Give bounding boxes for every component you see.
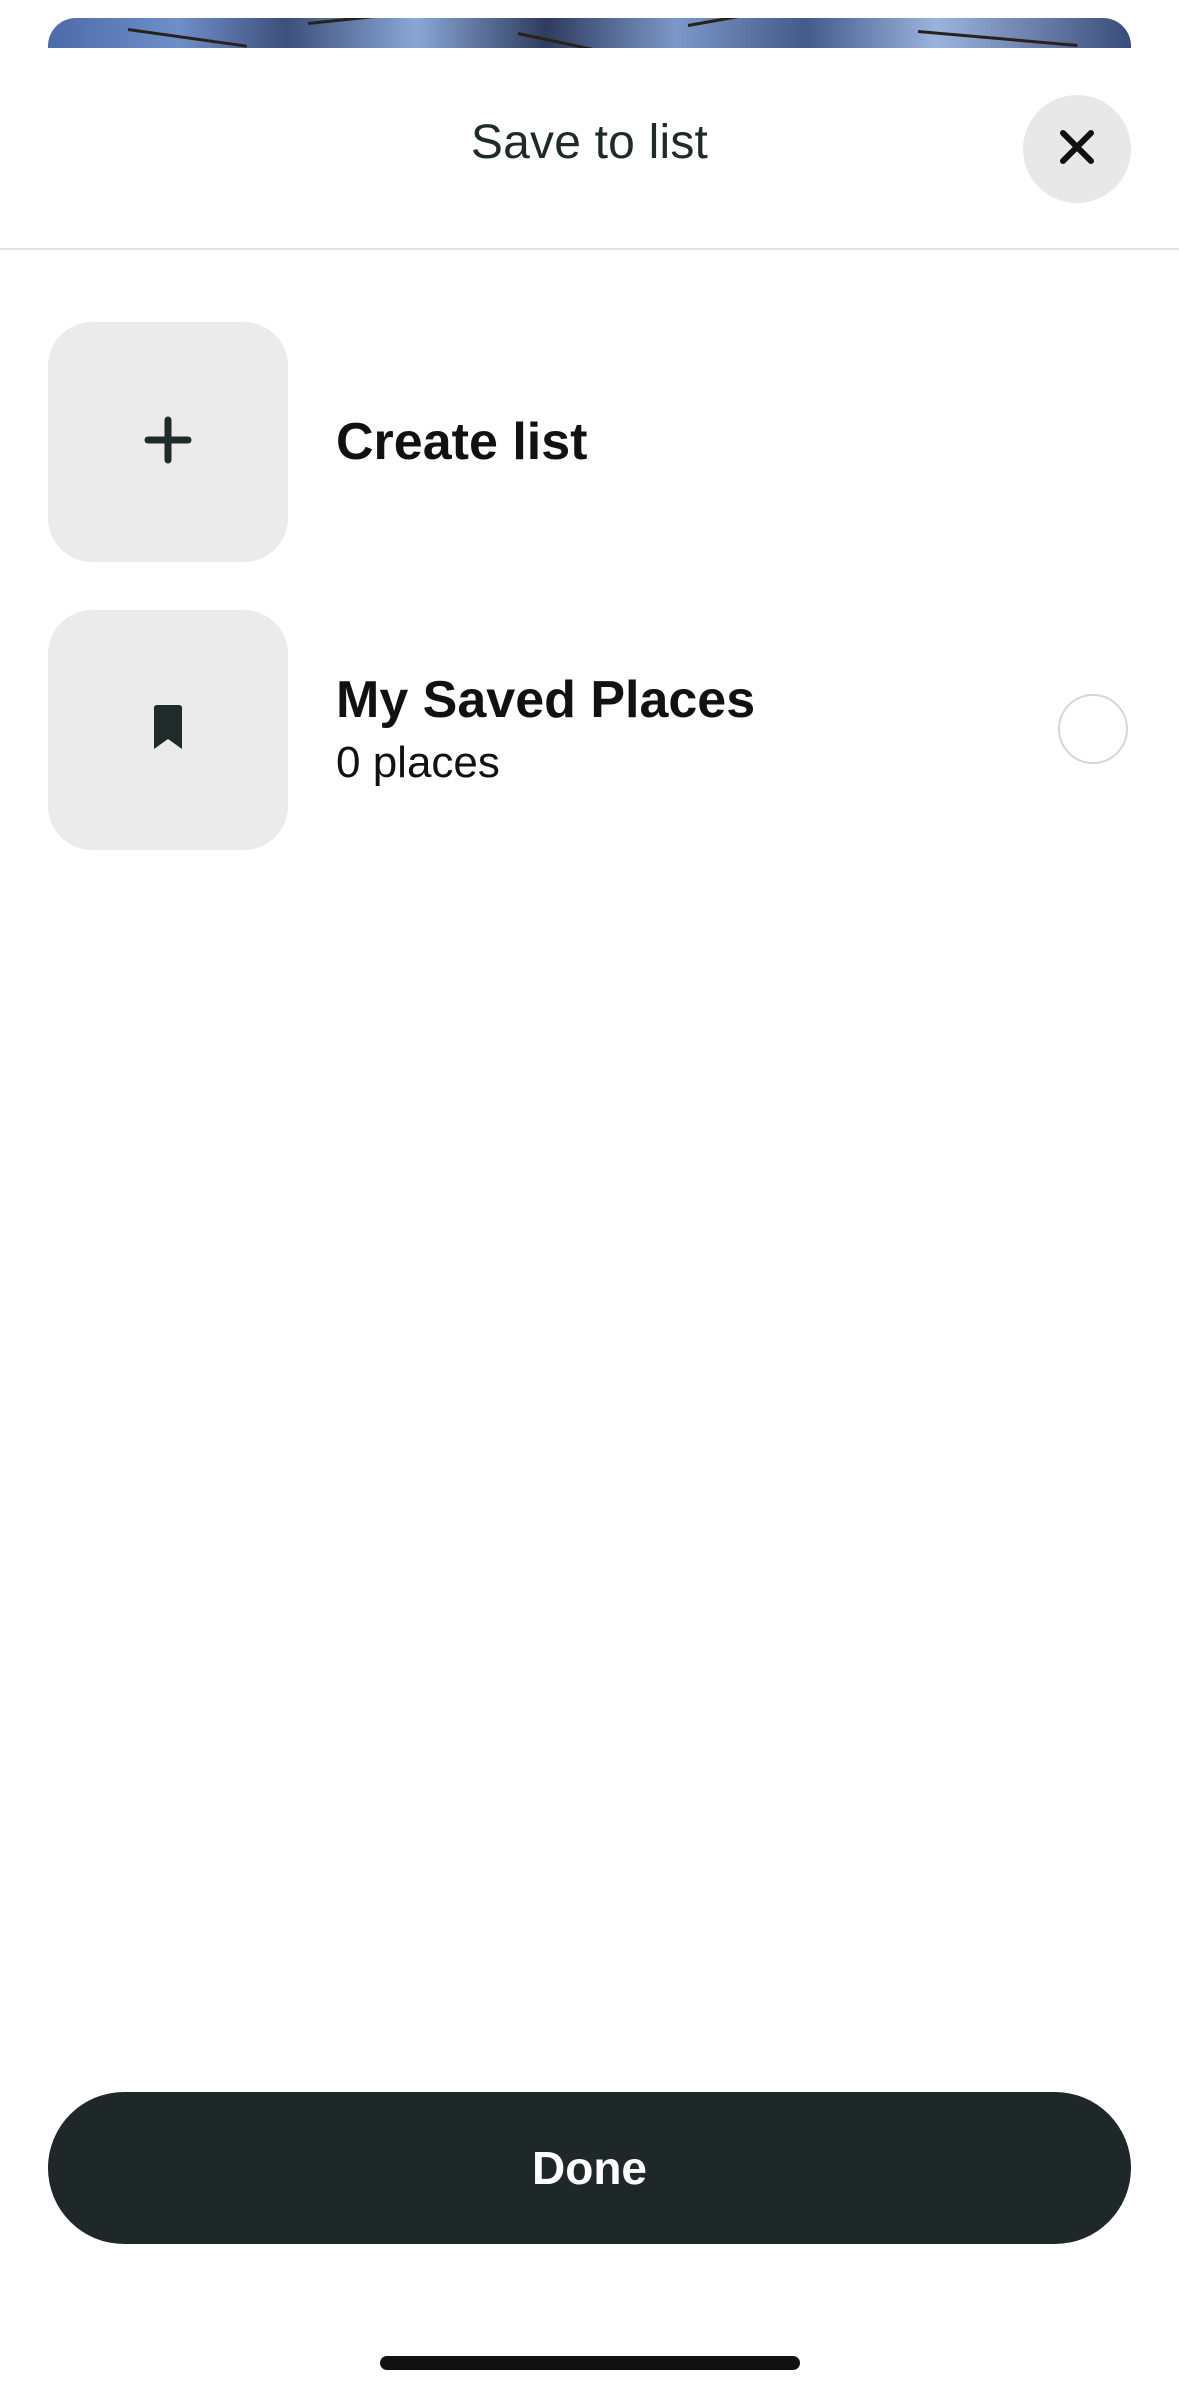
plus-icon [144, 416, 192, 469]
page-title: Save to list [470, 116, 709, 169]
close-button[interactable] [1023, 95, 1131, 203]
create-list-tile[interactable] [48, 322, 288, 562]
home-indicator [380, 2356, 800, 2370]
list-title: My Saved Places [336, 671, 756, 729]
list-thumbnail [48, 610, 288, 850]
close-icon [1059, 129, 1095, 170]
list-place-count: 0 places [336, 738, 500, 787]
list-item[interactable]: My Saved Places 0 places [48, 610, 1131, 850]
done-button[interactable]: Done [48, 2092, 1131, 2244]
list-select-radio[interactable] [1058, 694, 1128, 764]
bookmark-icon [150, 704, 186, 756]
create-list-label: Create list [336, 413, 588, 471]
background-photo-peek [48, 18, 1131, 48]
create-list-row[interactable]: Create list [48, 322, 1131, 562]
